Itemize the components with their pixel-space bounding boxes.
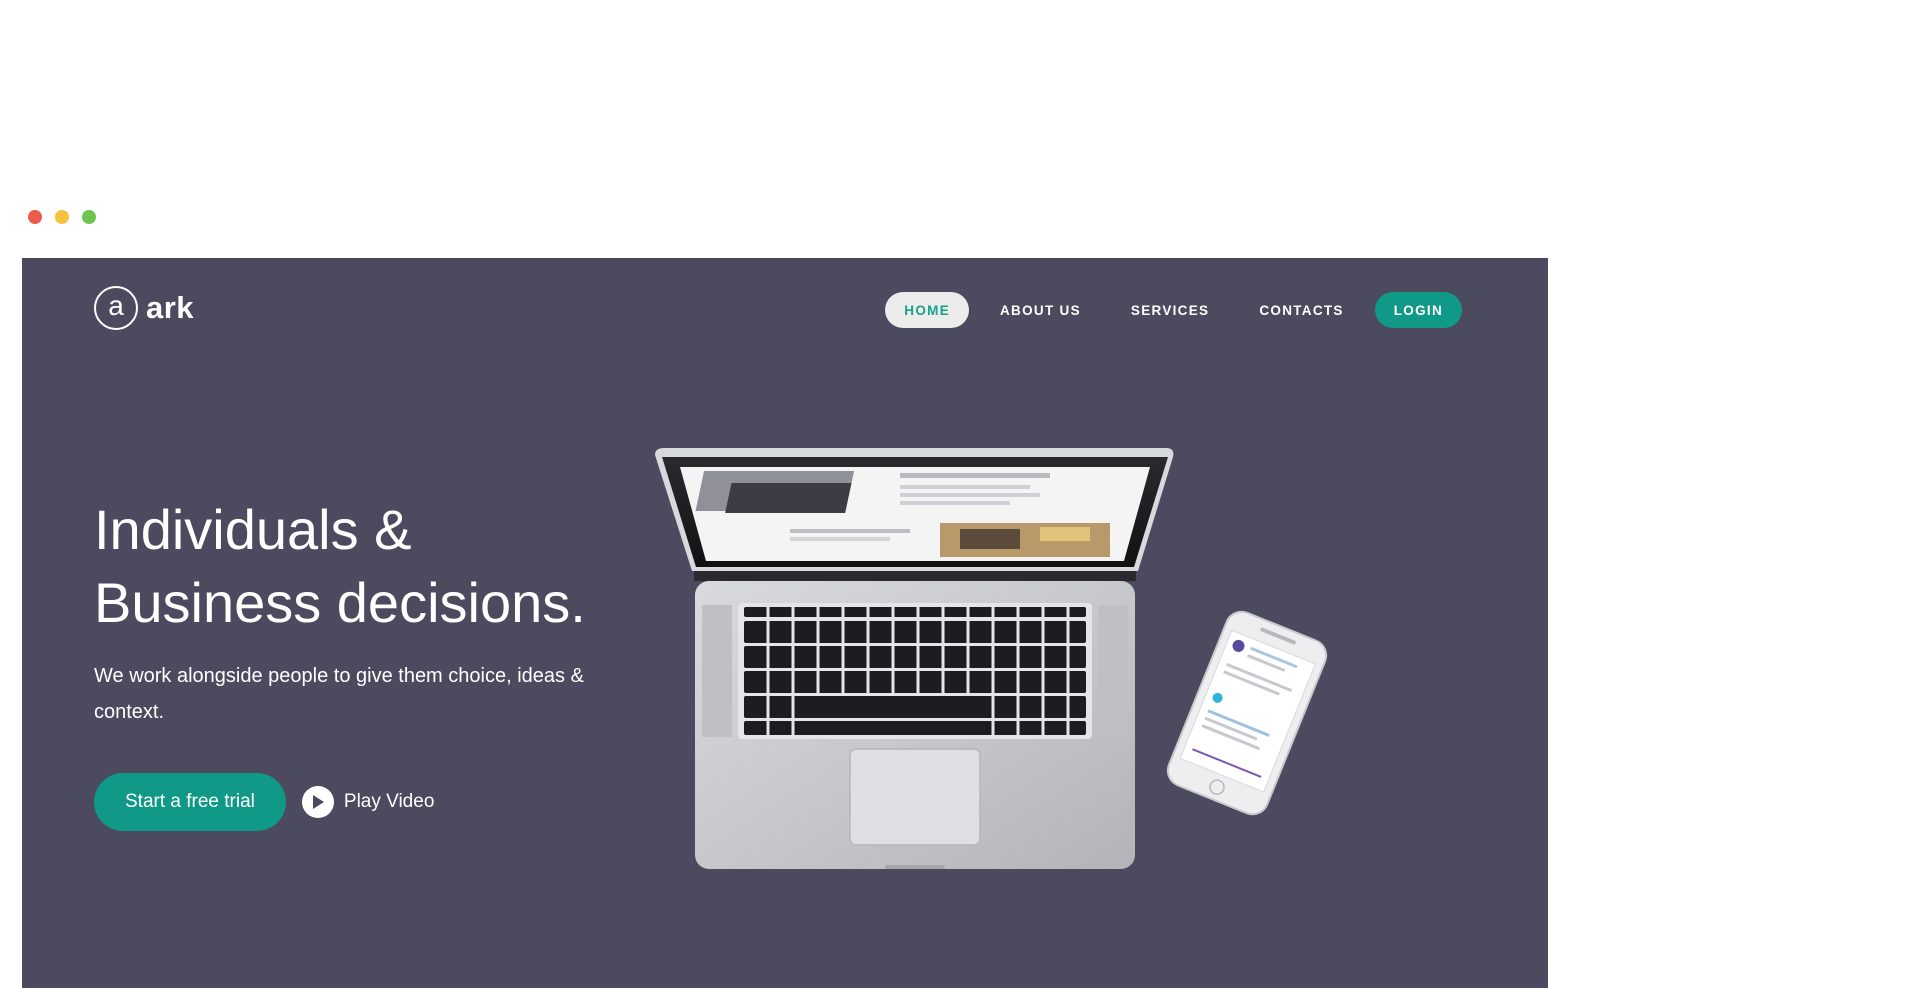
brand-logo[interactable]: a ark bbox=[94, 286, 194, 330]
play-video-link[interactable]: Play Video bbox=[301, 786, 435, 818]
window-close-dot[interactable] bbox=[28, 210, 42, 224]
login-button[interactable]: LOGIN bbox=[1374, 292, 1462, 328]
hero-subtext: We work alongside people to give them ch… bbox=[94, 665, 584, 723]
start-free-trial-button[interactable]: Start a free trial bbox=[94, 773, 286, 831]
headline-line-1: Individuals & bbox=[94, 498, 412, 561]
laptop-illustration bbox=[655, 448, 1174, 869]
main-nav: HOME ABOUT US SERVICES CONTACTS LOGIN bbox=[885, 292, 1462, 328]
nav-item-services[interactable]: SERVICES bbox=[1112, 292, 1228, 328]
brand-name: ark bbox=[146, 290, 195, 325]
hero-headline: Individuals & Business decisions. bbox=[94, 493, 586, 639]
hero-section: a ark HOME ABOUT US SERVICES CONTACTS LO… bbox=[22, 258, 1548, 988]
play-video-label: Play Video bbox=[343, 791, 435, 812]
nav-item-home[interactable]: HOME bbox=[885, 292, 969, 328]
nav-item-about-us[interactable]: ABOUT US bbox=[981, 292, 1100, 328]
smartphone-illustration bbox=[1166, 610, 1328, 816]
window-minimize-dot[interactable] bbox=[55, 210, 69, 224]
window-maximize-dot[interactable] bbox=[82, 210, 96, 224]
nav-item-contacts[interactable]: CONTACTS bbox=[1240, 292, 1362, 328]
circle-a-logo-icon: a bbox=[94, 286, 138, 330]
window-controls bbox=[28, 210, 96, 224]
cta-row: Start a free trial Play Video bbox=[94, 773, 434, 831]
headline-line-2: Business decisions. bbox=[94, 571, 586, 634]
play-circle-icon bbox=[301, 786, 334, 818]
